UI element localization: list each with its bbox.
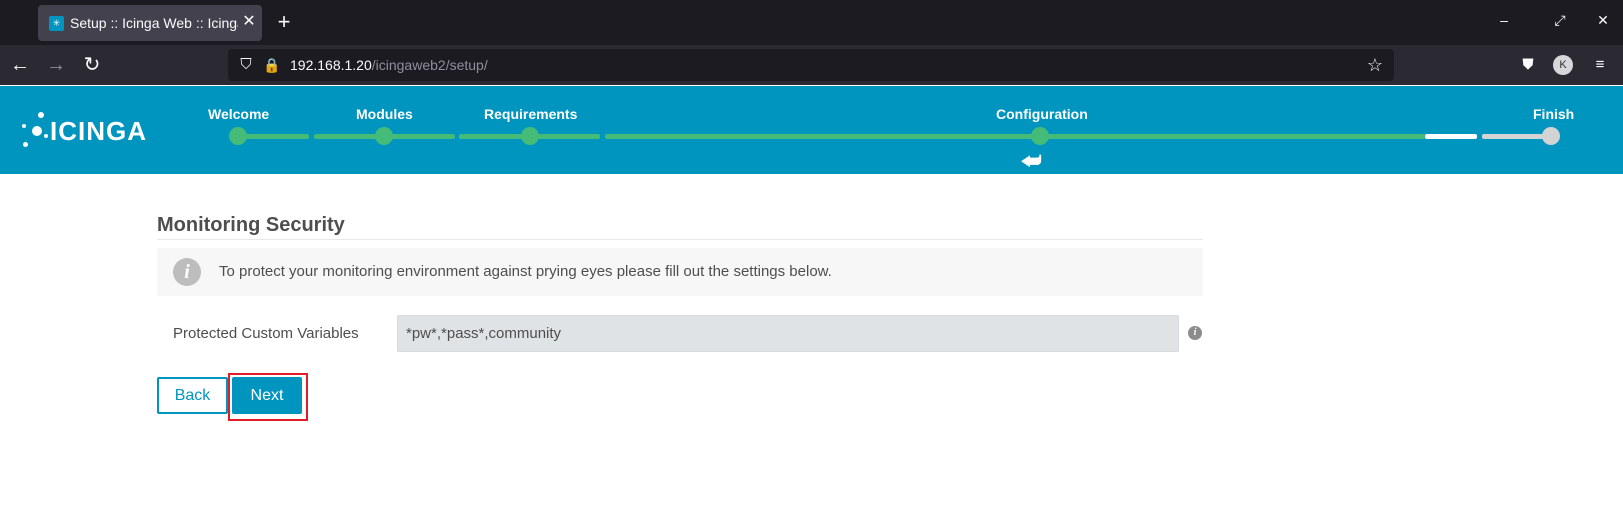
step-welcome-label: Welcome (208, 106, 270, 122)
browser-tab-bar: ✳ Setup :: Icinga Web :: Icinga ✕ + – ⤢ … (0, 0, 1623, 45)
pocket-icon[interactable]: ⛊ (1517, 54, 1539, 76)
insecure-lock-icon[interactable]: 🔒 (262, 55, 282, 75)
tab-title: Setup :: Icinga Web :: Icinga (70, 15, 238, 31)
url-path: /icingaweb2/setup/ (371, 57, 488, 73)
next-button[interactable]: Next (232, 377, 302, 414)
protected-custom-variables-label: Protected Custom Variables (173, 325, 359, 342)
account-avatar[interactable]: K (1553, 55, 1573, 75)
new-tab-icon[interactable]: + (272, 10, 296, 34)
current-step-arrow-icon: ⮨ (1021, 148, 1042, 173)
browser-nav-bar: ← → ↻ ⛉ 🔒 192.168.1.20/icingaweb2/setup/… (0, 45, 1623, 85)
step-modules-dot (375, 127, 393, 145)
step-finish-dot (1542, 127, 1560, 145)
progress-segment-current (1425, 134, 1477, 139)
info-icon: i (173, 258, 201, 286)
step-requirements-dot (521, 127, 539, 145)
step-configuration-dot (1031, 127, 1049, 145)
step-welcome-dot (229, 127, 247, 145)
page-title: Monitoring Security (157, 214, 345, 236)
step-requirements-label: Requirements (484, 106, 578, 122)
step-finish-label: Finish (1533, 106, 1575, 122)
minimize-icon[interactable]: – (1494, 12, 1514, 28)
browser-tab[interactable]: ✳ Setup :: Icinga Web :: Icinga ✕ (38, 5, 262, 41)
bookmark-star-icon[interactable]: ☆ (1364, 54, 1386, 76)
close-tab-icon[interactable]: ✕ (239, 12, 259, 32)
title-divider (157, 239, 1203, 240)
url-host: 192.168.1.20 (290, 57, 372, 73)
step-modules-label: Modules (356, 106, 413, 122)
help-info-icon[interactable]: i (1188, 326, 1202, 340)
protected-custom-variables-input[interactable]: *pw*,*pass*,community (397, 315, 1179, 352)
shield-icon[interactable]: ⛉ (236, 55, 256, 75)
info-box: i To protect your monitoring environment… (157, 248, 1203, 296)
progress-segment (605, 134, 1425, 139)
menu-icon[interactable]: ≡ (1589, 54, 1611, 76)
icinga-logo: ICINGA (20, 108, 146, 152)
maximize-icon[interactable]: ⤢ (1550, 12, 1570, 29)
logo-text: ICINGA (50, 116, 147, 146)
back-button[interactable]: Back (157, 377, 228, 414)
url-bar[interactable]: ⛉ 🔒 192.168.1.20/icingaweb2/setup/ ☆ (228, 49, 1394, 81)
window-close-icon[interactable]: ✕ (1593, 12, 1613, 29)
back-arrow-icon[interactable]: ← (6, 51, 34, 79)
info-text: To protect your monitoring environment a… (219, 263, 832, 280)
url-text[interactable]: 192.168.1.20/icingaweb2/setup/ (290, 57, 488, 73)
setup-wizard-header: ICINGA Welcome Modules Requirements Conf… (0, 86, 1623, 174)
step-configuration-label: Configuration (996, 106, 1088, 122)
icinga-favicon-icon: ✳ (49, 16, 64, 31)
forward-arrow-icon[interactable]: → (42, 51, 70, 79)
reload-icon[interactable]: ↻ (78, 51, 106, 79)
